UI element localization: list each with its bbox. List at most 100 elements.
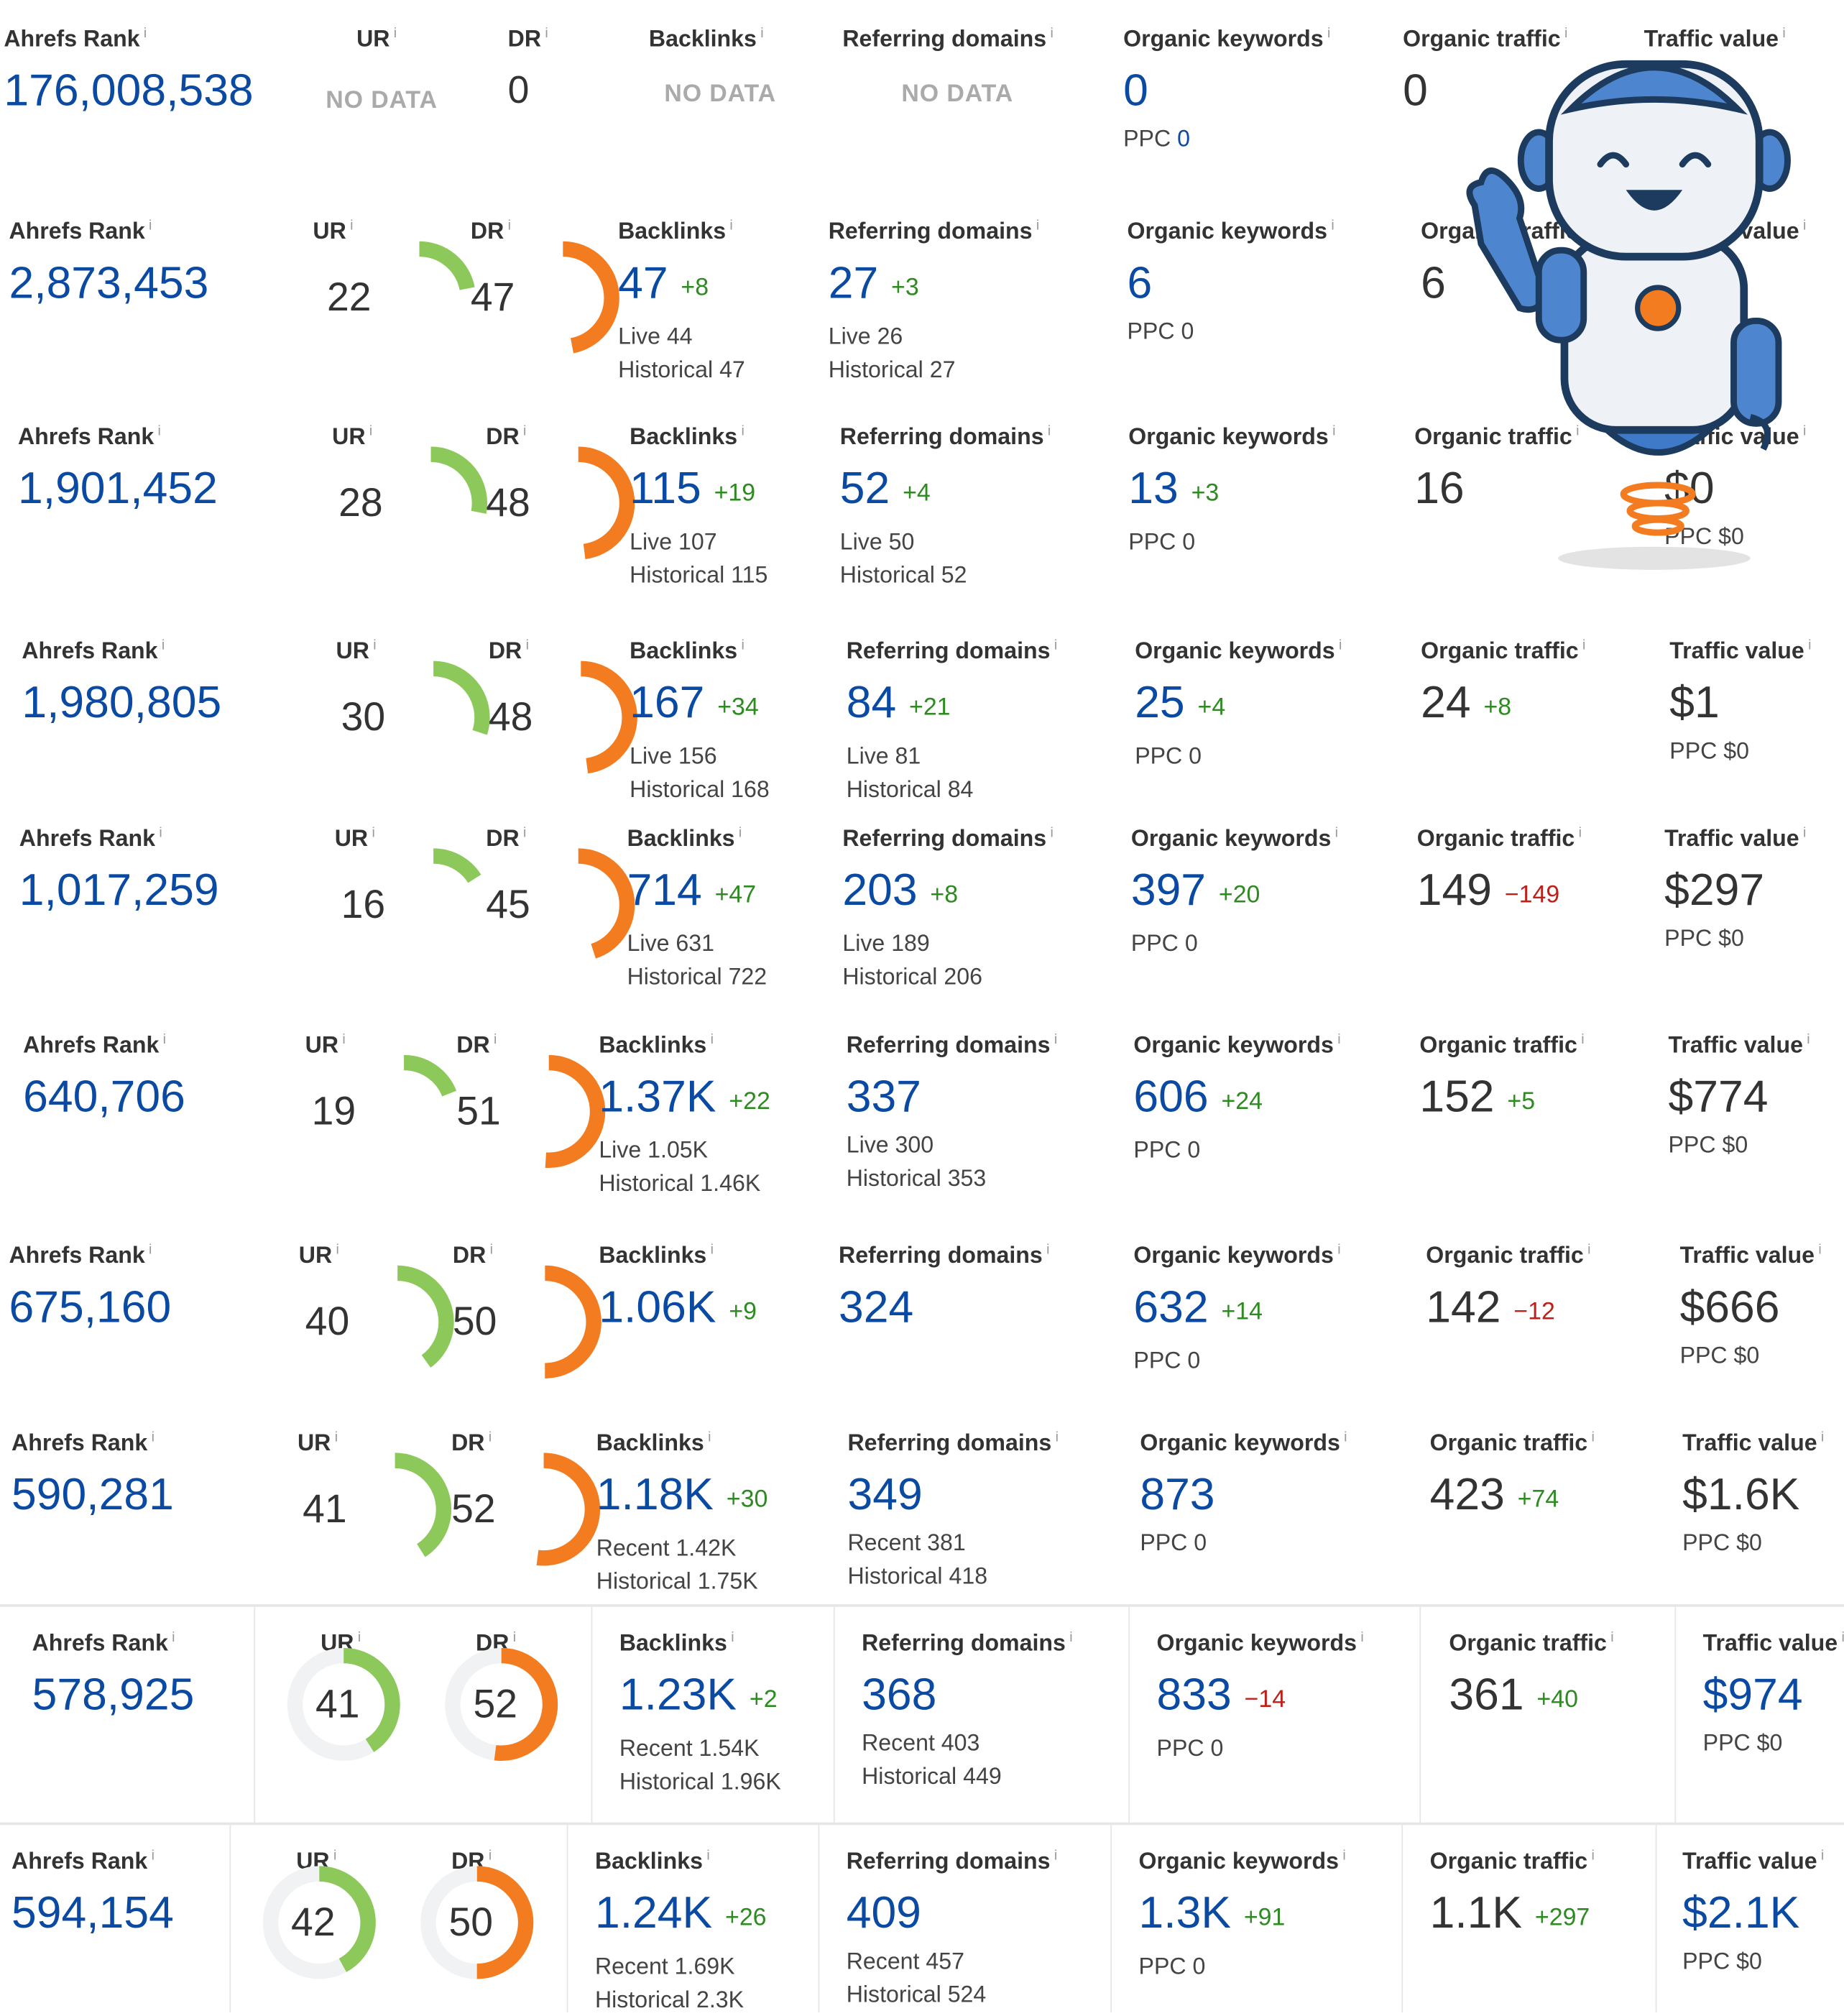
ahrefs-rank-value[interactable]: 1,017,259 — [19, 865, 219, 916]
info-icon[interactable]: i — [163, 1032, 166, 1047]
info-icon[interactable]: i — [711, 1243, 714, 1258]
info-icon[interactable]: i — [149, 1243, 152, 1258]
ahrefs-rank-value[interactable]: 2,873,453 — [9, 258, 208, 309]
organic-keywords-value[interactable]: 833 −14 — [1157, 1670, 1364, 1726]
backlinks-value[interactable]: 115 +19 — [630, 464, 767, 520]
info-icon[interactable]: i — [739, 825, 742, 840]
organic-traffic-value[interactable]: 361 +40 — [1449, 1670, 1613, 1726]
organic-traffic-value[interactable]: 423 +74 — [1430, 1470, 1595, 1527]
organic-traffic-value[interactable]: 142 −12 — [1426, 1282, 1590, 1339]
info-icon[interactable]: i — [144, 26, 147, 41]
organic-keywords-value[interactable]: 1.3K +91 — [1139, 1888, 1346, 1945]
info-icon[interactable]: i — [336, 1243, 339, 1258]
backlinks-value[interactable]: 1.37K +22 — [599, 1072, 770, 1128]
backlinks-value[interactable]: 1.06K +9 — [599, 1282, 757, 1339]
info-icon[interactable]: i — [1808, 638, 1811, 653]
ahrefs-rank-value[interactable]: 594,154 — [11, 1888, 174, 1939]
info-icon[interactable]: i — [369, 423, 372, 438]
info-icon[interactable]: i — [706, 1848, 709, 1863]
info-icon[interactable]: i — [1332, 423, 1335, 438]
ahrefs-rank-value[interactable]: 640,706 — [23, 1072, 185, 1123]
info-icon[interactable]: i — [1818, 1243, 1821, 1258]
info-icon[interactable]: i — [1069, 1630, 1072, 1645]
backlinks-value[interactable]: 714 +47 — [627, 865, 767, 922]
info-icon[interactable]: i — [1821, 1430, 1824, 1445]
info-icon[interactable]: i — [1048, 423, 1051, 438]
info-icon[interactable]: i — [1581, 1032, 1584, 1047]
traffic-value-value[interactable]: $974 — [1703, 1670, 1844, 1721]
info-icon[interactable]: i — [1587, 1243, 1590, 1258]
info-icon[interactable]: i — [545, 26, 548, 41]
info-icon[interactable]: i — [1327, 26, 1330, 41]
info-icon[interactable]: i — [1807, 1032, 1810, 1047]
organic-keywords-value[interactable]: 25 +4 — [1135, 678, 1342, 735]
info-icon[interactable]: i — [159, 825, 162, 840]
traffic-value-value[interactable]: $297 — [1664, 865, 1806, 916]
organic-keywords-value[interactable]: 13 +3 — [1128, 464, 1335, 520]
info-icon[interactable]: i — [394, 26, 397, 41]
ahrefs-rank-value[interactable]: 578,925 — [32, 1670, 195, 1721]
organic-traffic-value[interactable]: 24 +8 — [1421, 678, 1585, 735]
info-icon[interactable]: i — [1337, 1243, 1340, 1258]
organic-traffic-value[interactable]: 1.1K +297 — [1430, 1888, 1595, 1945]
organic-keywords-value[interactable]: 397 +20 — [1131, 865, 1338, 922]
info-icon[interactable]: i — [1579, 825, 1582, 840]
info-icon[interactable]: i — [158, 423, 161, 438]
info-icon[interactable]: i — [342, 1032, 345, 1047]
refdomains-value[interactable]: 337 — [847, 1072, 1058, 1123]
info-icon[interactable]: i — [1344, 1430, 1347, 1445]
info-icon[interactable]: i — [523, 423, 526, 438]
info-icon[interactable]: i — [760, 26, 763, 41]
organic-traffic-value[interactable]: 152 +5 — [1419, 1072, 1584, 1128]
traffic-value-value[interactable]: $2.1K — [1682, 1888, 1824, 1939]
refdomains-value[interactable]: 409 — [847, 1888, 1058, 1939]
info-icon[interactable]: i — [729, 218, 732, 234]
organic-keywords-value[interactable]: 873 — [1140, 1470, 1347, 1521]
info-icon[interactable]: i — [741, 638, 744, 653]
info-icon[interactable]: i — [1331, 218, 1334, 234]
refdomains-value[interactable]: 324 — [839, 1282, 1050, 1333]
organic-traffic-value[interactable]: 149 −149 — [1417, 865, 1582, 922]
info-icon[interactable]: i — [373, 638, 376, 653]
ahrefs-rank-value[interactable]: 1,980,805 — [22, 678, 221, 729]
refdomains-value[interactable]: 203 +8 — [842, 865, 1054, 922]
info-icon[interactable]: i — [172, 1630, 175, 1645]
info-icon[interactable]: i — [1582, 638, 1585, 653]
info-icon[interactable]: i — [350, 218, 353, 234]
info-icon[interactable]: i — [1050, 26, 1053, 41]
info-icon[interactable]: i — [508, 218, 511, 234]
traffic-value-value[interactable]: $666 — [1680, 1282, 1822, 1333]
info-icon[interactable]: i — [1054, 638, 1057, 653]
info-icon[interactable]: i — [1046, 1243, 1049, 1258]
info-icon[interactable]: i — [1591, 1430, 1594, 1445]
info-icon[interactable]: i — [1360, 1630, 1363, 1645]
info-icon[interactable]: i — [1821, 1848, 1824, 1863]
info-icon[interactable]: i — [731, 1630, 734, 1645]
info-icon[interactable]: i — [489, 1430, 492, 1445]
info-icon[interactable]: i — [1342, 1848, 1345, 1863]
info-icon[interactable]: i — [1610, 1630, 1613, 1645]
info-icon[interactable]: i — [162, 638, 165, 653]
info-icon[interactable]: i — [526, 638, 529, 653]
info-icon[interactable]: i — [741, 423, 744, 438]
organic-keywords-value[interactable]: 0 — [1123, 65, 1330, 116]
info-icon[interactable]: i — [335, 1430, 338, 1445]
traffic-value-value[interactable]: $774 — [1669, 1072, 1810, 1123]
organic-keywords-value[interactable]: 606 +24 — [1133, 1072, 1340, 1128]
backlinks-value[interactable]: 167 +34 — [630, 678, 770, 735]
info-icon[interactable]: i — [149, 218, 152, 234]
refdomains-value[interactable]: 84 +21 — [847, 678, 1058, 735]
info-icon[interactable]: i — [1056, 1430, 1059, 1445]
info-icon[interactable]: i — [708, 1430, 711, 1445]
backlinks-value[interactable]: 47 +8 — [618, 258, 745, 315]
info-icon[interactable]: i — [152, 1848, 155, 1863]
refdomains-value[interactable]: 27 +3 — [829, 258, 1040, 315]
info-icon[interactable]: i — [1803, 825, 1806, 840]
info-icon[interactable]: i — [1841, 1630, 1844, 1645]
traffic-value-value[interactable]: $1 — [1669, 678, 1811, 729]
organic-keywords-value[interactable]: 632 +14 — [1133, 1282, 1340, 1339]
info-icon[interactable]: i — [1054, 1848, 1057, 1863]
ahrefs-rank-value[interactable]: 675,160 — [9, 1282, 171, 1333]
info-icon[interactable]: i — [1036, 218, 1039, 234]
info-icon[interactable]: i — [490, 1243, 493, 1258]
